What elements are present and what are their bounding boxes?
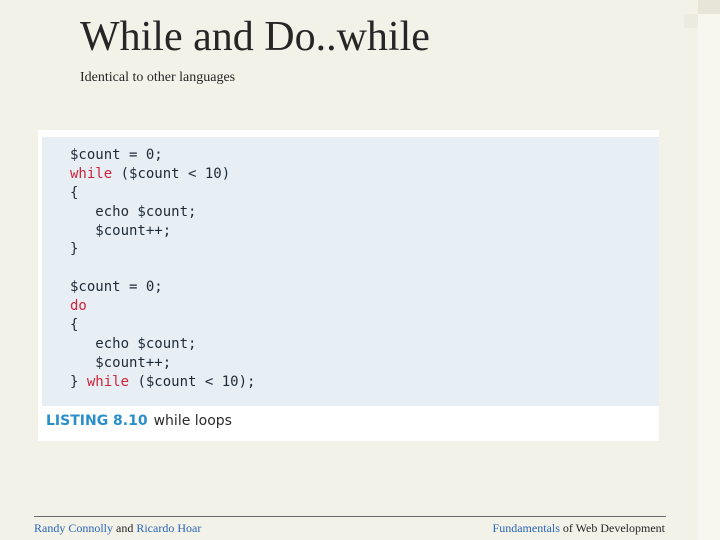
code-token: { (70, 317, 79, 334)
code-line: $count = 0; (70, 146, 255, 165)
footer-book-title: Fundamentals of Web Development (493, 521, 665, 536)
corner-square (684, 14, 698, 28)
code-line: while ($count < 10) (70, 165, 255, 184)
corner-decoration (698, 0, 720, 540)
author-link-connolly[interactable]: Randy Connolly (34, 521, 113, 535)
code-line: $count++; (70, 354, 255, 373)
author-link-hoar[interactable]: Ricardo Hoar (136, 521, 201, 535)
slide-title: While and Do..while (80, 14, 430, 60)
listing-caption-text: while loops (153, 413, 232, 429)
listing-caption-label: LISTING 8.10 (46, 413, 148, 429)
code-line: } while ($count < 10); (70, 373, 255, 392)
corner-square (698, 0, 720, 14)
code-line: } (70, 240, 255, 259)
code-keyword: while (86, 373, 130, 390)
code-keyword: while (70, 165, 113, 182)
slide-subtitle: Identical to other languages (80, 70, 236, 85)
code-token: $count++; (70, 354, 172, 371)
code-line: echo $count; (70, 203, 255, 222)
code-block: $count = 0; while ($count < 10){ echo $co… (42, 137, 659, 406)
code-line: $count++; (70, 222, 255, 241)
code-token: $count++; (70, 222, 172, 239)
footer-authors: Randy Connolly and Ricardo Hoar (34, 521, 201, 536)
code-token: { (70, 184, 79, 201)
code-token: $count = 0; (70, 147, 163, 163)
code-line: do (70, 297, 255, 316)
code-line: { (70, 184, 255, 203)
code-token: ($count < 10) (112, 165, 231, 182)
authors-conjunction: and (113, 521, 137, 535)
code-token: echo $count; (70, 335, 197, 352)
footer-divider (34, 516, 666, 517)
code-text: $count = 0; while ($count < 10){ echo $co… (70, 146, 255, 392)
code-line: { (70, 316, 255, 335)
code-token: } (70, 241, 79, 258)
book-link-fundamentals[interactable]: Fundamentals (493, 521, 560, 535)
code-token: $count = 0; (70, 279, 163, 296)
code-listing: $count = 0; while ($count < 10){ echo $co… (38, 130, 659, 441)
listing-caption: LISTING 8.10 while loops (46, 413, 232, 429)
slide: While and Do..while Identical to other l… (0, 0, 720, 540)
code-line: $count = 0; (70, 278, 255, 297)
code-line: echo $count; (70, 335, 255, 354)
code-token: echo $count; (70, 203, 197, 220)
book-title-rest: of Web Development (559, 521, 665, 535)
code-keyword: do (70, 298, 87, 315)
code-token: } (70, 373, 87, 390)
code-token: ($count < 10); (129, 373, 256, 390)
